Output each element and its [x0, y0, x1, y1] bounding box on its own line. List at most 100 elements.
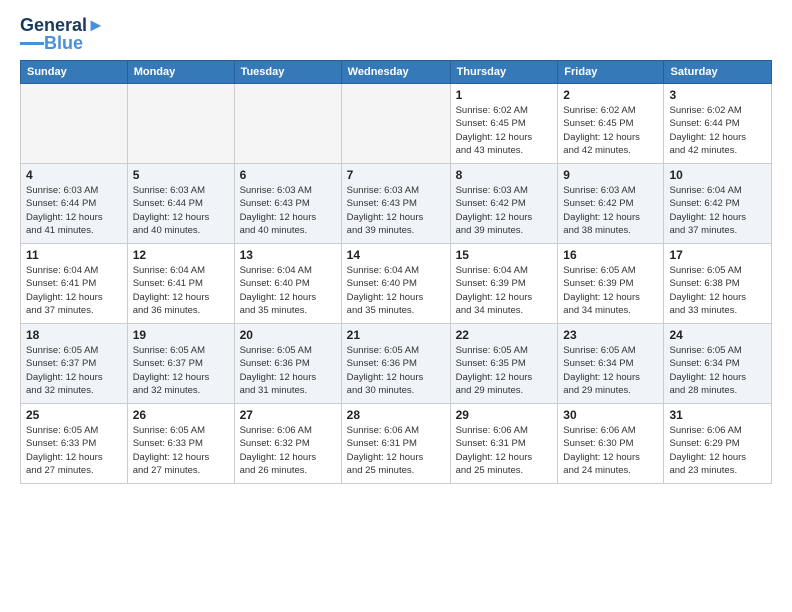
day-cell: 26 Sunrise: 6:05 AM Sunset: 6:33 PM Dayli…: [127, 404, 234, 484]
day-cell: 15Sunrise: 6:04 AM Sunset: 6:39 PM Dayli…: [450, 244, 558, 324]
day-cell: 28 Sunrise: 6:06 AM Sunset: 6:31 PM Dayli…: [341, 404, 450, 484]
day-info: Sunrise: 6:03 AM Sunset: 6:42 PM Dayligh…: [456, 184, 553, 237]
day-info: Sunrise: 6:06 AM Sunset: 6:30 PM Dayligh…: [563, 424, 658, 477]
day-number: 24: [669, 328, 766, 342]
day-cell: [341, 84, 450, 164]
day-cell: 9 Sunrise: 6:03 AM Sunset: 6:42 PM Daylig…: [558, 164, 664, 244]
week-row-4: 18 Sunrise: 6:05 AM Sunset: 6:37 PM Dayli…: [21, 324, 772, 404]
week-row-1: 1 Sunrise: 6:02 AM Sunset: 6:45 PM Daylig…: [21, 84, 772, 164]
day-cell: 4 Sunrise: 6:03 AM Sunset: 6:44 PM Daylig…: [21, 164, 128, 244]
day-number: 4: [26, 168, 122, 182]
day-info: Sunrise: 6:06 AM Sunset: 6:32 PM Dayligh…: [240, 424, 336, 477]
day-cell: 7 Sunrise: 6:03 AM Sunset: 6:43 PM Daylig…: [341, 164, 450, 244]
day-info: Sunrise: 6:05 AM Sunset: 6:38 PM Dayligh…: [669, 264, 766, 317]
day-cell: [127, 84, 234, 164]
day-info: Sunrise: 6:05 AM Sunset: 6:33 PM Dayligh…: [133, 424, 229, 477]
day-info: Sunrise: 6:06 AM Sunset: 6:31 PM Dayligh…: [347, 424, 445, 477]
day-number: 26: [133, 408, 229, 422]
day-cell: 3Sunrise: 6:02 AM Sunset: 6:44 PM Daylig…: [664, 84, 772, 164]
day-info: Sunrise: 6:05 AM Sunset: 6:34 PM Dayligh…: [669, 344, 766, 397]
header: General► Blue: [20, 16, 772, 52]
day-number: 1: [456, 88, 553, 102]
day-info: Sunrise: 6:03 AM Sunset: 6:42 PM Dayligh…: [563, 184, 658, 237]
day-number: 11: [26, 248, 122, 262]
day-info: Sunrise: 6:05 AM Sunset: 6:37 PM Dayligh…: [133, 344, 229, 397]
day-number: 7: [347, 168, 445, 182]
calendar-table: SundayMondayTuesdayWednesdayThursdayFrid…: [20, 60, 772, 484]
day-number: 31: [669, 408, 766, 422]
day-cell: 25Sunrise: 6:05 AM Sunset: 6:33 PM Dayli…: [21, 404, 128, 484]
day-info: Sunrise: 6:05 AM Sunset: 6:36 PM Dayligh…: [347, 344, 445, 397]
day-number: 2: [563, 88, 658, 102]
day-cell: 31 Sunrise: 6:06 AM Sunset: 6:29 PM Dayli…: [664, 404, 772, 484]
week-row-3: 11 Sunrise: 6:04 AM Sunset: 6:41 PM Dayli…: [21, 244, 772, 324]
day-number: 17: [669, 248, 766, 262]
day-number: 9: [563, 168, 658, 182]
day-info: Sunrise: 6:03 AM Sunset: 6:44 PM Dayligh…: [133, 184, 229, 237]
day-cell: 29Sunrise: 6:06 AM Sunset: 6:31 PM Dayli…: [450, 404, 558, 484]
day-number: 8: [456, 168, 553, 182]
day-cell: 6 Sunrise: 6:03 AM Sunset: 6:43 PM Daylig…: [234, 164, 341, 244]
day-number: 23: [563, 328, 658, 342]
day-number: 10: [669, 168, 766, 182]
day-cell: 22Sunrise: 6:05 AM Sunset: 6:35 PM Dayli…: [450, 324, 558, 404]
weekday-header-wednesday: Wednesday: [341, 61, 450, 84]
day-cell: 11 Sunrise: 6:04 AM Sunset: 6:41 PM Dayli…: [21, 244, 128, 324]
day-cell: [234, 84, 341, 164]
calendar-page: General► Blue SundayMondayTuesdayWednesd…: [0, 0, 792, 500]
day-info: Sunrise: 6:04 AM Sunset: 6:40 PM Dayligh…: [240, 264, 336, 317]
day-info: Sunrise: 6:05 AM Sunset: 6:37 PM Dayligh…: [26, 344, 122, 397]
day-cell: 2 Sunrise: 6:02 AM Sunset: 6:45 PM Daylig…: [558, 84, 664, 164]
day-cell: 5Sunrise: 6:03 AM Sunset: 6:44 PM Daylig…: [127, 164, 234, 244]
weekday-header-sunday: Sunday: [21, 61, 128, 84]
day-number: 13: [240, 248, 336, 262]
day-cell: 20Sunrise: 6:05 AM Sunset: 6:36 PM Dayli…: [234, 324, 341, 404]
weekday-header-row: SundayMondayTuesdayWednesdayThursdayFrid…: [21, 61, 772, 84]
day-info: Sunrise: 6:02 AM Sunset: 6:45 PM Dayligh…: [456, 104, 553, 157]
weekday-header-monday: Monday: [127, 61, 234, 84]
day-cell: 27 Sunrise: 6:06 AM Sunset: 6:32 PM Dayli…: [234, 404, 341, 484]
day-cell: 1 Sunrise: 6:02 AM Sunset: 6:45 PM Daylig…: [450, 84, 558, 164]
day-cell: 10 Sunrise: 6:04 AM Sunset: 6:42 PM Dayli…: [664, 164, 772, 244]
day-number: 21: [347, 328, 445, 342]
day-info: Sunrise: 6:04 AM Sunset: 6:42 PM Dayligh…: [669, 184, 766, 237]
day-number: 28: [347, 408, 445, 422]
day-number: 6: [240, 168, 336, 182]
day-cell: [21, 84, 128, 164]
weekday-header-saturday: Saturday: [664, 61, 772, 84]
day-number: 18: [26, 328, 122, 342]
weekday-header-tuesday: Tuesday: [234, 61, 341, 84]
logo: General► Blue: [20, 16, 105, 52]
day-number: 20: [240, 328, 336, 342]
day-info: Sunrise: 6:04 AM Sunset: 6:41 PM Dayligh…: [26, 264, 122, 317]
day-cell: 24 Sunrise: 6:05 AM Sunset: 6:34 PM Dayli…: [664, 324, 772, 404]
day-number: 3: [669, 88, 766, 102]
day-cell: 14Sunrise: 6:04 AM Sunset: 6:40 PM Dayli…: [341, 244, 450, 324]
day-number: 19: [133, 328, 229, 342]
logo-text: General►: [20, 16, 105, 34]
day-number: 29: [456, 408, 553, 422]
day-info: Sunrise: 6:02 AM Sunset: 6:45 PM Dayligh…: [563, 104, 658, 157]
day-cell: 8 Sunrise: 6:03 AM Sunset: 6:42 PM Daylig…: [450, 164, 558, 244]
day-info: Sunrise: 6:05 AM Sunset: 6:33 PM Dayligh…: [26, 424, 122, 477]
day-info: Sunrise: 6:05 AM Sunset: 6:34 PM Dayligh…: [563, 344, 658, 397]
day-info: Sunrise: 6:04 AM Sunset: 6:41 PM Dayligh…: [133, 264, 229, 317]
day-number: 12: [133, 248, 229, 262]
day-cell: 13 Sunrise: 6:04 AM Sunset: 6:40 PM Dayli…: [234, 244, 341, 324]
day-info: Sunrise: 6:03 AM Sunset: 6:43 PM Dayligh…: [347, 184, 445, 237]
day-info: Sunrise: 6:05 AM Sunset: 6:35 PM Dayligh…: [456, 344, 553, 397]
day-cell: 23 Sunrise: 6:05 AM Sunset: 6:34 PM Dayli…: [558, 324, 664, 404]
day-cell: 17 Sunrise: 6:05 AM Sunset: 6:38 PM Dayli…: [664, 244, 772, 324]
day-info: Sunrise: 6:03 AM Sunset: 6:43 PM Dayligh…: [240, 184, 336, 237]
day-info: Sunrise: 6:06 AM Sunset: 6:29 PM Dayligh…: [669, 424, 766, 477]
week-row-2: 4 Sunrise: 6:03 AM Sunset: 6:44 PM Daylig…: [21, 164, 772, 244]
day-info: Sunrise: 6:04 AM Sunset: 6:40 PM Dayligh…: [347, 264, 445, 317]
day-number: 27: [240, 408, 336, 422]
day-info: Sunrise: 6:03 AM Sunset: 6:44 PM Dayligh…: [26, 184, 122, 237]
day-cell: 30 Sunrise: 6:06 AM Sunset: 6:30 PM Dayli…: [558, 404, 664, 484]
logo-blue: Blue: [44, 34, 83, 52]
day-number: 15: [456, 248, 553, 262]
day-number: 30: [563, 408, 658, 422]
week-row-5: 25Sunrise: 6:05 AM Sunset: 6:33 PM Dayli…: [21, 404, 772, 484]
day-cell: 16Sunrise: 6:05 AM Sunset: 6:39 PM Dayli…: [558, 244, 664, 324]
